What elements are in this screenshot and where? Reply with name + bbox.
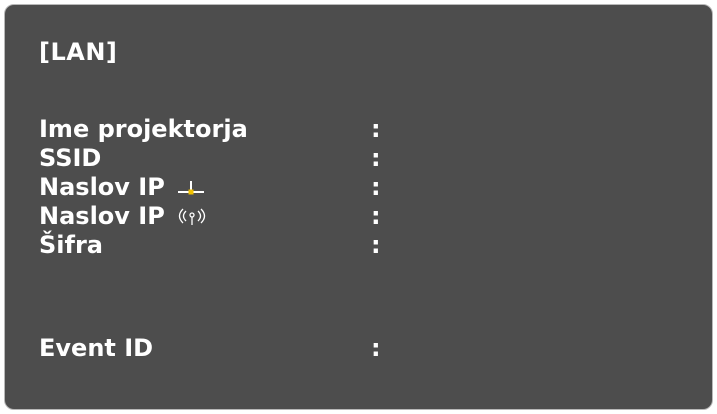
info-row-wireless-ip: Naslov IP :: [39, 202, 381, 231]
wired-ip-label: Naslov IP: [39, 173, 165, 201]
event-id-label: Event ID: [39, 334, 154, 362]
wireless-lan-icon: [177, 207, 207, 227]
info-row-password: Šifra :: [39, 231, 381, 260]
separator: :: [371, 173, 381, 201]
info-rows: Ime projektorja : SSID : Naslov IP : Nas…: [39, 115, 381, 363]
separator: :: [371, 144, 381, 172]
panel-title: [LAN]: [39, 38, 118, 66]
separator: :: [371, 115, 381, 143]
info-row-event-id: Event ID :: [39, 334, 381, 363]
password-label: Šifra: [39, 231, 103, 259]
projector-name-label: Ime projektorja: [39, 115, 248, 143]
wireless-ip-label: Naslov IP: [39, 202, 165, 230]
lan-info-panel: [LAN] Ime projektorja : SSID : Naslov IP: [4, 4, 713, 410]
separator: :: [371, 202, 381, 230]
separator: :: [371, 334, 381, 362]
info-row-projector-name: Ime projektorja :: [39, 115, 381, 144]
info-row-ssid: SSID :: [39, 144, 381, 173]
info-row-wired-ip: Naslov IP :: [39, 173, 381, 202]
ssid-label: SSID: [39, 144, 102, 172]
wired-lan-icon: [177, 178, 205, 198]
separator: :: [371, 231, 381, 259]
